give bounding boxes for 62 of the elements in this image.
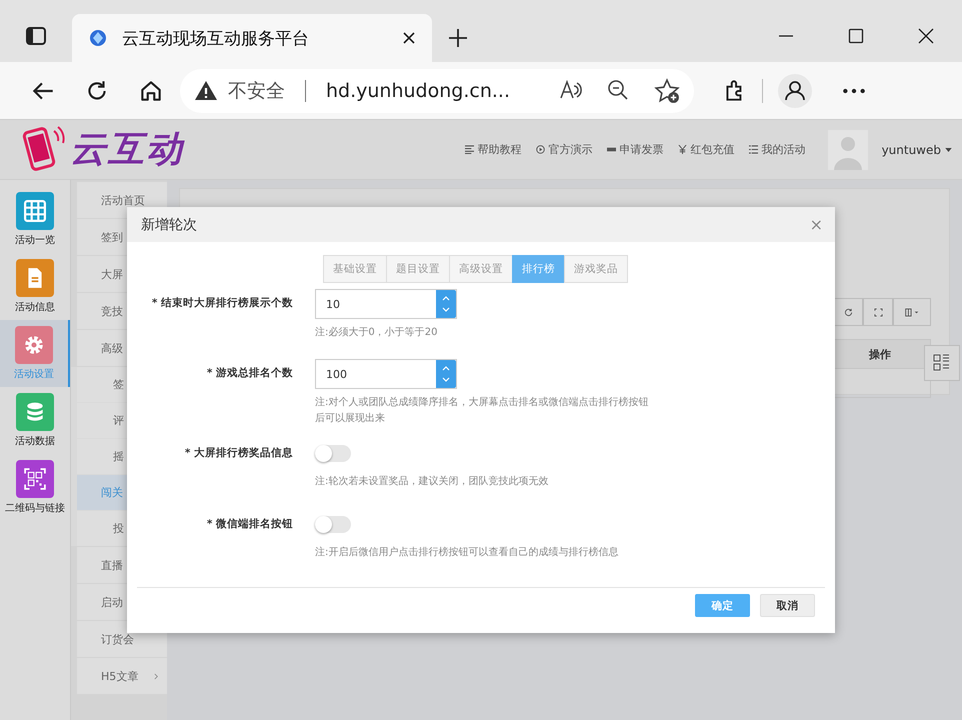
field-label: * 大屏排行榜奖品信息 [184,446,293,462]
spinner-icon[interactable] [436,360,456,388]
sidebar-item[interactable]: 活动数据 [0,387,70,454]
sidebar-item[interactable]: 活动设置 [0,320,70,387]
tab[interactable]: 游戏奖品 [564,255,628,284]
number-field[interactable]: 10 [315,289,457,320]
submenu-item[interactable]: H5文章 [77,658,167,694]
browser-tab[interactable]: 云互动现场互动服务平台 [72,14,432,62]
field-note: 注:轮次若未设置奖品，建议关闭，团队竞技此项无效 [315,474,550,490]
nav-link[interactable]: 官方演示 [536,142,593,157]
columns-icon [904,308,920,316]
tab[interactable]: 排行榜 [512,255,565,284]
sidebar-item[interactable]: 活动信息 [0,253,70,320]
zoom-out-icon[interactable] [606,78,630,102]
list-icon [748,145,758,154]
toggle-switch[interactable] [315,516,351,534]
tab[interactable]: 高级设置 [449,255,513,284]
logo-text: 云互动 [70,128,184,172]
refresh-icon [844,308,852,316]
user-menu[interactable]: yuntuweb [882,142,952,156]
field-note: 注:对个人或团队总成绩降序排名，大屏幕点击排名或微信端点击排行榜按钮后可以展现出来 [315,396,650,426]
tab-actions-icon[interactable] [24,24,48,48]
float-button[interactable] [924,345,960,381]
nav-link[interactable]: 申请发票 [606,142,664,157]
column-header: 操作 [869,346,891,362]
url-text: hd.yunhudong.cn... [326,80,510,102]
refresh-button[interactable] [833,298,863,326]
close-icon[interactable] [918,28,934,44]
close-icon[interactable] [402,31,416,45]
new-tab-icon[interactable] [448,28,468,48]
profile-icon[interactable] [777,72,813,108]
spinner-icon[interactable] [436,290,456,318]
nav-link[interactable]: 红包充值 [678,142,735,157]
cancel-button[interactable]: 取消 [760,594,815,618]
tab[interactable]: 基础设置 [323,255,387,284]
security-label: 不安全 [228,78,285,104]
columns-button[interactable] [893,298,931,326]
favorite-add-icon[interactable] [654,78,680,104]
warning-icon [194,78,218,102]
maximize-icon[interactable] [848,28,864,44]
field-label: * 游戏总排名个数 [206,366,293,382]
nav-link[interactable]: 帮助教程 [464,142,522,157]
sidebar-item[interactable]: 活动一览 [0,186,70,253]
field-note: 注:必须大于0，小于等于20 [315,326,438,340]
nav-link[interactable]: 我的活动 [748,142,806,157]
address-bar[interactable]: 不安全 hd.yunhudong.cn... [180,68,694,112]
caret-icon [945,148,952,152]
toggle-switch[interactable] [315,445,351,462]
site-icon [88,28,108,48]
close-button[interactable]: × [808,215,825,234]
field-label: * 微信端排名按钮 [206,517,293,532]
sidebar-item[interactable]: 二维码与链接 [0,454,70,521]
fullscreen-icon [874,308,882,316]
confirm-button[interactable]: 确定 [695,594,750,618]
grid-list-icon [932,353,952,373]
card-icon [606,145,616,154]
list-icon [464,145,474,154]
field-note: 注:开启后微信用户点击排行榜按钮可以查看自己的成绩与排行榜信息 [315,546,620,560]
number-field[interactable]: 100 [315,359,457,390]
play-icon [536,145,545,154]
yen-icon [678,145,687,154]
tab[interactable]: 题目设置 [386,255,450,284]
